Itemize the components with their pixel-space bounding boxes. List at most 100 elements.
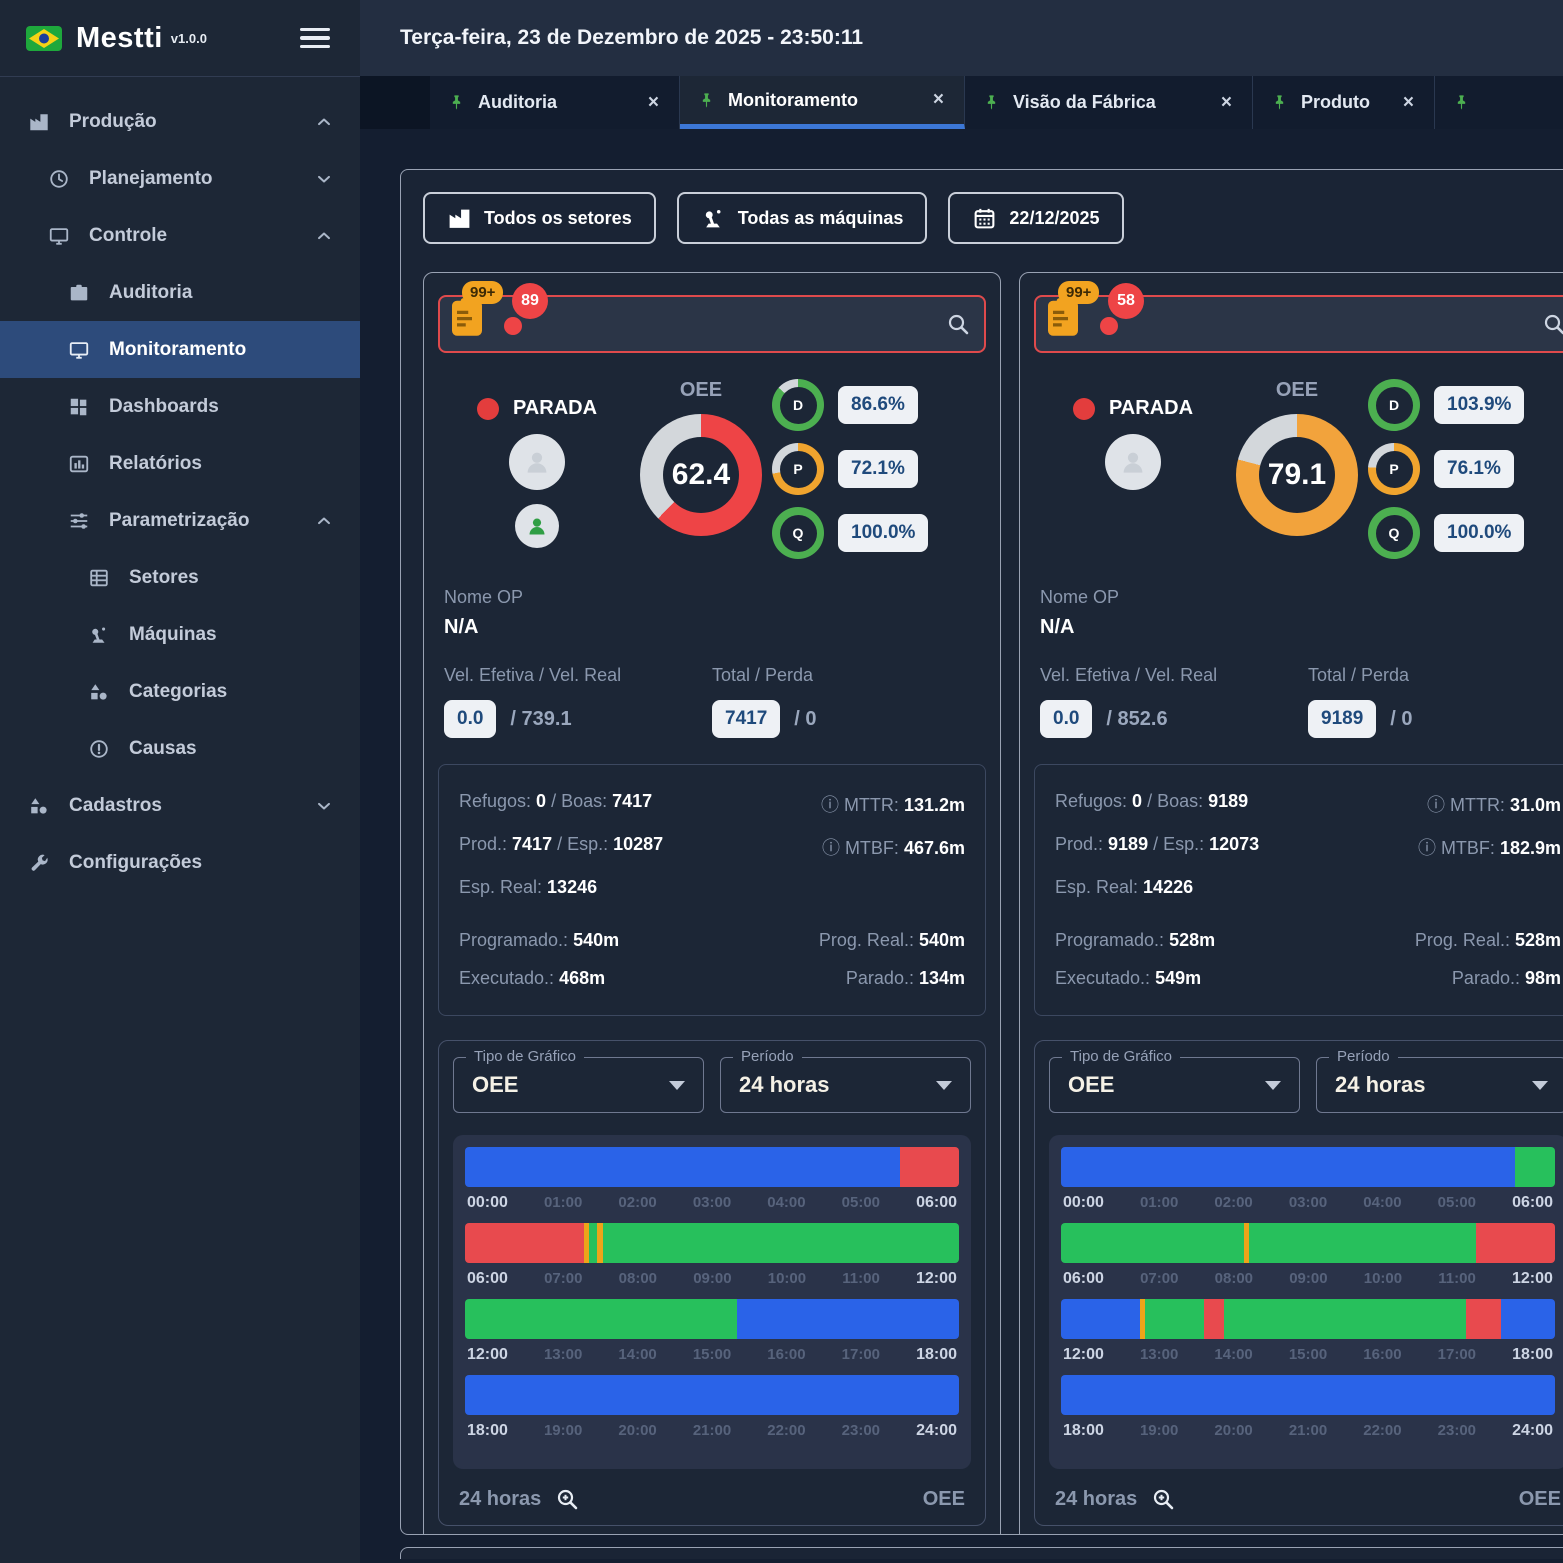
stat-label: Prod.: (1055, 834, 1108, 854)
filter-button-todas-as-m-quinas[interactable]: Todas as máquinas (677, 192, 928, 244)
filter-button-label: Todas as máquinas (738, 208, 904, 229)
close-icon[interactable]: × (646, 92, 661, 114)
tick-label: 24:00 (1512, 1422, 1553, 1440)
timeline-row: 06:0007:0008:0009:0010:0011:0012:00 (465, 1223, 959, 1290)
timeline-segment-blue (1061, 1299, 1140, 1339)
gauge-p-ring: P (1368, 443, 1420, 495)
total-block: Total / Perda7417/ 0 (712, 665, 980, 738)
tick-label: 23:00 (842, 1422, 880, 1440)
tick-label: 18:00 (1512, 1346, 1553, 1364)
factory-icon (26, 111, 52, 133)
total-chip: 7417 (712, 700, 780, 738)
close-icon[interactable]: × (1219, 92, 1234, 114)
total-values: 7417/ 0 (712, 700, 980, 738)
machine-search-input[interactable] (438, 295, 986, 353)
zoom-in-icon[interactable] (555, 1487, 579, 1511)
filter-button-todos-os-setores[interactable]: Todos os setores (423, 192, 656, 244)
dpq-gauges-column: D86.6%P72.1%Q100.0% (772, 379, 980, 559)
hamburger-menu-icon[interactable] (296, 24, 334, 53)
vel-chip: 0.0 (444, 700, 496, 738)
stat-label: / Boas: (546, 791, 612, 811)
tick-label: 14:00 (1214, 1346, 1252, 1364)
sidebar-item-categorias[interactable]: Categorias (0, 663, 360, 720)
tab-auditoria[interactable]: Auditoria× (430, 76, 680, 129)
sidebar-item-setores[interactable]: Setores (0, 549, 360, 606)
chart-type-select[interactable]: Tipo de GráficoOEE (453, 1057, 704, 1113)
tick-label: 00:00 (467, 1194, 508, 1212)
stats-row: Esp. Real: 14226 (1055, 877, 1561, 898)
period-select[interactable]: Período24 horas (1316, 1057, 1563, 1113)
chart-footer: 24 horasOEE (453, 1487, 971, 1511)
sidebar-item-monitoramento[interactable]: Monitoramento (0, 321, 360, 378)
main-area: Terça-feira, 23 de Dezembro de 2025 - 23… (360, 0, 1563, 1563)
filter-button-22-12-2025[interactable]: 22/12/2025 (948, 192, 1123, 244)
search-icon[interactable] (946, 312, 970, 341)
pin-icon (983, 94, 1000, 111)
close-icon[interactable]: × (1401, 92, 1416, 114)
machine-search-input[interactable] (1034, 295, 1563, 353)
timeline-segment-blue (465, 1147, 900, 1187)
sidebar-item-label: Planejamento (89, 168, 213, 190)
sidebar-item-planejamento[interactable]: Planejamento (0, 150, 360, 207)
zoom-in-icon[interactable] (1151, 1487, 1175, 1511)
tick-label: 16:00 (767, 1346, 805, 1364)
tick-label: 11:00 (1438, 1270, 1476, 1288)
sidebar-item-dashboards[interactable]: Dashboards (0, 378, 360, 435)
shapes-icon (26, 795, 52, 817)
stat-value: 528m (1515, 930, 1561, 950)
oee-title: OEE (680, 379, 722, 402)
period-select[interactable]: Período24 horas (720, 1057, 971, 1113)
gauge-d: D86.6% (772, 379, 980, 431)
sidebar-item-label: Setores (129, 567, 199, 589)
oee-donut-value: 79.1 (1259, 437, 1335, 513)
timeline-segment-green (1249, 1223, 1476, 1263)
sidebar-item-auditoria[interactable]: Auditoria (0, 264, 360, 321)
gauge-d-value-chip: 103.9% (1434, 386, 1524, 424)
tick-label: 24:00 (916, 1422, 957, 1440)
machine-cards: 99+89PARADAOEE62.4D86.6%P72.1%Q100.0%Nom… (423, 272, 1563, 1535)
gauge-q-value-chip: 100.0% (838, 514, 928, 552)
production-stats-box: Refugos: 0 / Boas: 9189ⓘ MTTR: 31.0mProd… (1034, 764, 1563, 1016)
sidebar-item-cadastros[interactable]: Cadastros (0, 777, 360, 834)
tab-produto[interactable]: Produto× (1253, 76, 1435, 129)
sidebar-item-causas[interactable]: Causas (0, 720, 360, 777)
timeline-bar (465, 1223, 959, 1263)
chart-type-select[interactable]: Tipo de GráficoOEE (1049, 1057, 1300, 1113)
vel-values: 0.0/ 739.1 (444, 700, 712, 738)
stat-value: 182.9m (1500, 838, 1561, 858)
stat-label: Parado.: (846, 968, 919, 988)
timeline-segment-green (465, 1299, 737, 1339)
speed-total-row: Vel. Efetiva / Vel. Real0.0/ 852.6Total … (1034, 665, 1563, 738)
machine-status: PARADA (1073, 397, 1193, 420)
timeline-ticks: 06:0007:0008:0009:0010:0011:0012:00 (1061, 1263, 1555, 1290)
tab-stub[interactable] (1435, 76, 1563, 129)
timeline-segment-blue (737, 1299, 959, 1339)
sidebar-item-configura-es[interactable]: Configurações (0, 834, 360, 891)
tick-label: 01:00 (1140, 1194, 1178, 1212)
timeline-ticks: 18:0019:0020:0021:0022:0023:0024:00 (465, 1415, 959, 1442)
chart-type-select-value: OEE (1068, 1072, 1114, 1098)
stat-value: 13246 (547, 877, 597, 897)
sidebar-item-parametriza-o[interactable]: Parametrização (0, 492, 360, 549)
search-icon[interactable] (1542, 312, 1563, 341)
timeline-ticks: 00:0001:0002:0003:0004:0005:0006:00 (465, 1187, 959, 1214)
gauge-q-value-chip: 100.0% (1434, 514, 1524, 552)
stat-value: 14226 (1143, 877, 1193, 897)
sidebar-item-controle[interactable]: Controle (0, 207, 360, 264)
stat-value: 7417 (512, 834, 552, 854)
vel-block: Vel. Efetiva / Vel. Real0.0/ 852.6 (1040, 665, 1308, 738)
sidebar-item-m-quinas[interactable]: Máquinas (0, 606, 360, 663)
tab-monitoramento[interactable]: Monitoramento × (680, 76, 965, 129)
stats-left: Executado.: 549m (1055, 968, 1201, 989)
tick-label: 21:00 (1289, 1422, 1327, 1440)
sidebar-item-produ-o[interactable]: Produção (0, 93, 360, 150)
tick-label: 00:00 (1063, 1194, 1104, 1212)
timeline-row: 12:0013:0014:0015:0016:0017:0018:00 (1061, 1299, 1555, 1366)
tick-label: 09:00 (1289, 1270, 1327, 1288)
tab-vis-o-da-f-brica[interactable]: Visão da Fábrica× (965, 76, 1253, 129)
sidebar-item-relat-rios[interactable]: Relatórios (0, 435, 360, 492)
close-icon[interactable]: × (931, 89, 946, 111)
tab-label: Monitoramento (728, 90, 858, 111)
timeline-row: 00:0001:0002:0003:0004:0005:0006:00 (1061, 1147, 1555, 1214)
tick-label: 16:00 (1363, 1346, 1401, 1364)
